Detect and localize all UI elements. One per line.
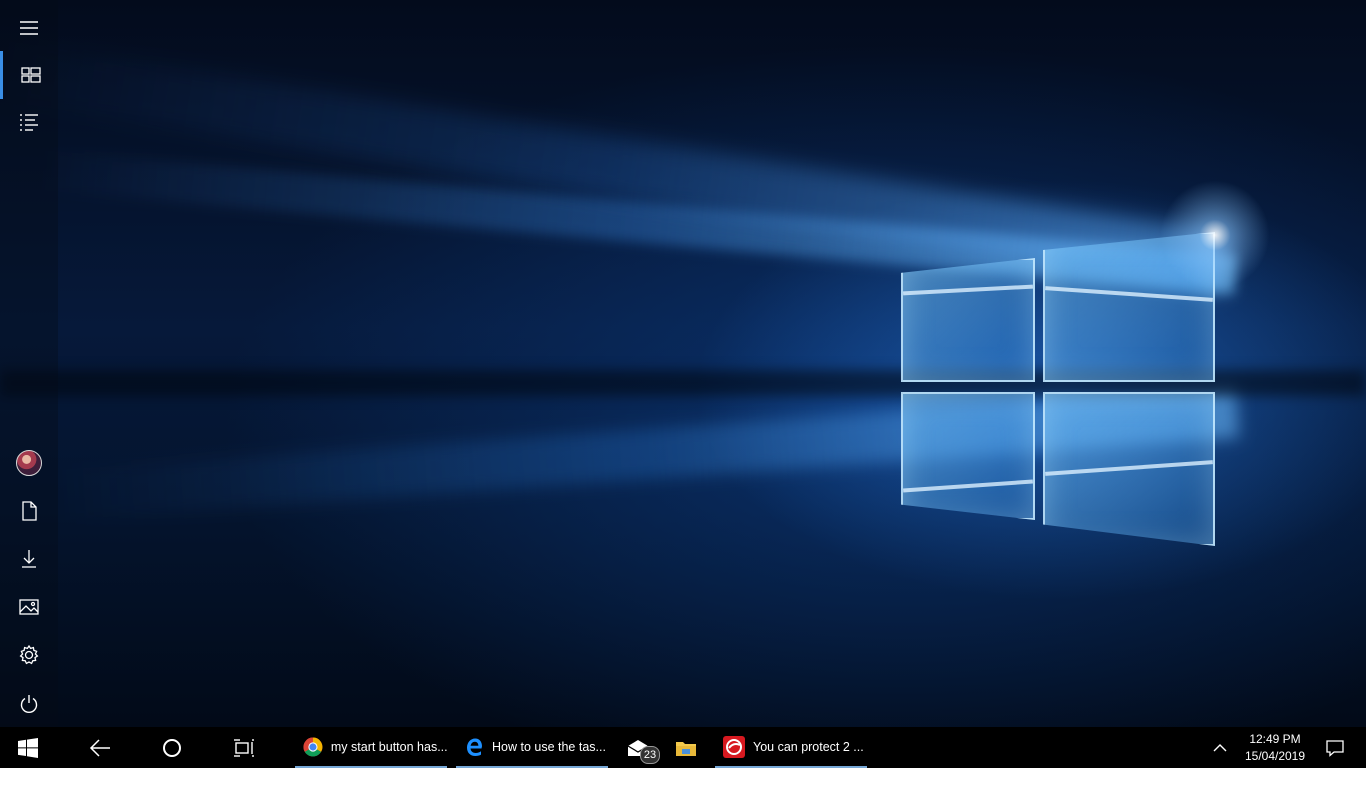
- cortana-button[interactable]: [150, 727, 194, 768]
- pictures-icon: [19, 599, 39, 615]
- logo-pane-top-left: [901, 258, 1035, 382]
- taskbar-app-label: How to use the tas...: [492, 739, 606, 754]
- settings-button[interactable]: [0, 631, 58, 679]
- start-menu-sidebar: [0, 0, 58, 727]
- light-flare: [1160, 180, 1270, 290]
- clock-time: 12:49 PM: [1249, 732, 1301, 746]
- hamburger-icon: [20, 21, 38, 35]
- hamburger-menu-button[interactable]: [0, 4, 58, 52]
- start-button[interactable]: [6, 727, 50, 768]
- trend-micro-icon: [723, 735, 745, 758]
- power-icon: [20, 695, 38, 713]
- taskbar-app-label: my start button has...: [330, 739, 447, 754]
- action-center-button[interactable]: [1318, 727, 1352, 768]
- taskbar-app-file-explorer[interactable]: [665, 727, 707, 768]
- notification-icon: [1326, 739, 1344, 757]
- back-arrow-icon: [89, 738, 110, 757]
- download-icon: [22, 550, 36, 568]
- downloads-button[interactable]: [0, 535, 58, 583]
- edge-icon: [467, 738, 482, 756]
- taskbar: my start button has... How to use the ta…: [0, 727, 1366, 768]
- pinned-tiles-button[interactable]: [0, 51, 58, 99]
- logo-pane-bottom-left: [901, 392, 1035, 520]
- clock-date: 15/04/2019: [1244, 749, 1306, 763]
- logo-pane-bottom-right: [1043, 392, 1215, 546]
- taskbar-app-chrome[interactable]: my start button has...: [295, 727, 447, 768]
- taskbar-app-trend-micro[interactable]: You can protect 2 ...: [715, 727, 867, 768]
- task-view-button[interactable]: [222, 727, 266, 768]
- taskbar-clock[interactable]: 12:49 PM 15/04/2019: [1236, 731, 1314, 765]
- chrome-icon: [303, 737, 323, 756]
- user-account-button[interactable]: [0, 439, 58, 487]
- desktop-wallpaper: [0, 0, 1366, 727]
- back-button[interactable]: [78, 727, 122, 768]
- power-button[interactable]: [0, 680, 58, 727]
- taskbar-app-edge[interactable]: How to use the tas...: [456, 727, 608, 768]
- chevron-up-icon: [1213, 743, 1227, 751]
- pictures-button[interactable]: [0, 583, 58, 631]
- list-icon: [20, 114, 38, 131]
- task-view-icon: [234, 738, 254, 757]
- show-hidden-icons-button[interactable]: [1206, 727, 1234, 768]
- gear-icon: [19, 644, 39, 665]
- mail-unread-badge: 23: [640, 746, 660, 764]
- documents-button[interactable]: [0, 487, 58, 535]
- cortana-circle-icon: [163, 738, 181, 757]
- all-apps-button[interactable]: [0, 99, 58, 147]
- tiles-icon: [20, 67, 41, 83]
- user-avatar: [16, 450, 42, 476]
- taskbar-app-label: You can protect 2 ...: [753, 739, 864, 754]
- folder-icon: [676, 741, 696, 756]
- document-icon: [22, 501, 37, 521]
- windows-logo-icon: [18, 737, 38, 758]
